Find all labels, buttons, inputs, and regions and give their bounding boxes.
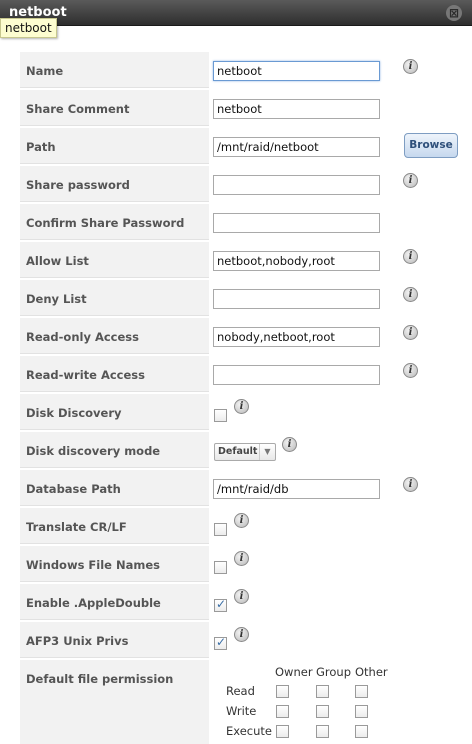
row-windows-file-names: Windows File Names i: [20, 546, 466, 584]
perm-other-read-checkbox[interactable]: [355, 685, 368, 698]
row-read-only-access: Read-only Access nobody,netboot,root i: [20, 318, 466, 356]
windows-file-names-label: Windows File Names: [26, 558, 160, 572]
enable-appledouble-checkbox[interactable]: [214, 597, 227, 612]
row-allow-list: Allow List netboot,nobody,root i: [20, 242, 466, 280]
perm-row-read: Read: [226, 684, 255, 698]
info-icon[interactable]: i: [403, 173, 418, 188]
info-icon[interactable]: i: [234, 551, 249, 566]
info-icon[interactable]: i: [403, 363, 418, 378]
perm-owner-read-checkbox[interactable]: [276, 685, 289, 698]
database-path-input[interactable]: /mnt/raid/db: [213, 479, 380, 499]
afp3-unix-privs-checkbox[interactable]: [214, 635, 227, 650]
row-translate-crlf: Translate CR/LF i: [20, 508, 466, 546]
read-write-access-label: Read-write Access: [26, 368, 145, 382]
perm-row-execute: Execute: [226, 724, 272, 738]
disk-discovery-mode-label: Disk discovery mode: [26, 444, 161, 458]
name-label: Name: [26, 64, 64, 78]
title-tooltip: netboot: [0, 18, 57, 38]
confirm-password-label: Confirm Share Password: [26, 216, 185, 230]
info-icon[interactable]: i: [403, 477, 418, 492]
perm-other-execute-checkbox[interactable]: [355, 725, 368, 738]
perm-owner-write-checkbox[interactable]: [276, 705, 289, 718]
row-disk-discovery: Disk Discovery i: [20, 394, 466, 432]
disk-discovery-label: Disk Discovery: [26, 406, 122, 420]
perm-column-owner: Owner: [275, 665, 313, 679]
info-icon[interactable]: i: [403, 249, 418, 264]
translate-crlf-checkbox[interactable]: [214, 523, 227, 536]
row-confirm-password: Confirm Share Password: [20, 204, 466, 242]
row-share-comment: Share Comment netboot: [20, 90, 466, 128]
info-icon[interactable]: i: [403, 59, 418, 74]
info-icon[interactable]: i: [234, 513, 249, 528]
row-share-password: Share password i: [20, 166, 466, 204]
database-path-label: Database Path: [26, 482, 121, 496]
perm-group-execute-checkbox[interactable]: [316, 725, 329, 738]
row-path: Path /mnt/raid/netboot: [20, 128, 466, 166]
perm-column-group: Group: [316, 665, 352, 679]
info-icon[interactable]: i: [403, 325, 418, 340]
perm-row-write: Write: [226, 704, 257, 718]
afp3-unix-privs-label: AFP3 Unix Privs: [26, 634, 129, 648]
confirm-password-input[interactable]: [213, 213, 380, 233]
share-comment-label: Share Comment: [26, 102, 130, 116]
row-deny-list: Deny List i: [20, 280, 466, 318]
disk-discovery-mode-select[interactable]: Default ▼: [214, 443, 276, 461]
perm-owner-execute-checkbox[interactable]: [276, 725, 289, 738]
row-name: Name netboot i: [20, 52, 466, 90]
read-write-access-input[interactable]: [213, 365, 380, 385]
perm-column-other: Other: [355, 665, 388, 679]
allow-list-input[interactable]: netboot,nobody,root: [213, 251, 380, 271]
row-default-file-permission: Default file permission: [20, 660, 209, 744]
disk-discovery-checkbox[interactable]: [214, 409, 227, 422]
disk-discovery-mode-value: Default: [218, 446, 258, 457]
enable-appledouble-label: Enable .AppleDouble: [26, 596, 161, 610]
row-enable-appledouble: Enable .AppleDouble i: [20, 584, 466, 622]
window-titlebar: netboot ⊠: [0, 0, 472, 26]
info-icon[interactable]: i: [234, 589, 249, 604]
share-comment-input[interactable]: netboot: [213, 99, 380, 119]
perm-other-write-checkbox[interactable]: [355, 705, 368, 718]
deny-list-input[interactable]: [213, 289, 380, 309]
read-only-access-input[interactable]: nobody,netboot,root: [213, 327, 380, 347]
share-password-label: Share password: [26, 178, 130, 192]
info-icon[interactable]: i: [234, 627, 249, 642]
row-read-write-access: Read-write Access i: [20, 356, 466, 394]
perm-group-write-checkbox[interactable]: [316, 705, 329, 718]
perm-group-read-checkbox[interactable]: [316, 685, 329, 698]
translate-crlf-label: Translate CR/LF: [26, 520, 127, 534]
name-input[interactable]: netboot: [213, 61, 380, 81]
allow-list-label: Allow List: [26, 254, 89, 268]
close-icon[interactable]: ⊠: [446, 5, 462, 21]
windows-file-names-checkbox[interactable]: [214, 561, 227, 574]
share-password-input[interactable]: [213, 175, 380, 195]
row-database-path: Database Path /mnt/raid/db i: [20, 470, 466, 508]
deny-list-label: Deny List: [26, 292, 87, 306]
info-icon[interactable]: i: [282, 437, 297, 452]
browse-button[interactable]: Browse: [404, 133, 458, 158]
info-icon[interactable]: i: [234, 399, 249, 414]
info-icon[interactable]: i: [403, 287, 418, 302]
path-input[interactable]: /mnt/raid/netboot: [213, 137, 380, 157]
share-form: Name netboot i Share Comment netboot Pat…: [20, 52, 466, 744]
default-file-permission-label: Default file permission: [26, 672, 174, 686]
read-only-access-label: Read-only Access: [26, 330, 139, 344]
path-label: Path: [26, 140, 56, 154]
row-afp3-unix-privs: AFP3 Unix Privs i: [20, 622, 466, 660]
chevron-down-icon: ▼: [259, 444, 275, 460]
